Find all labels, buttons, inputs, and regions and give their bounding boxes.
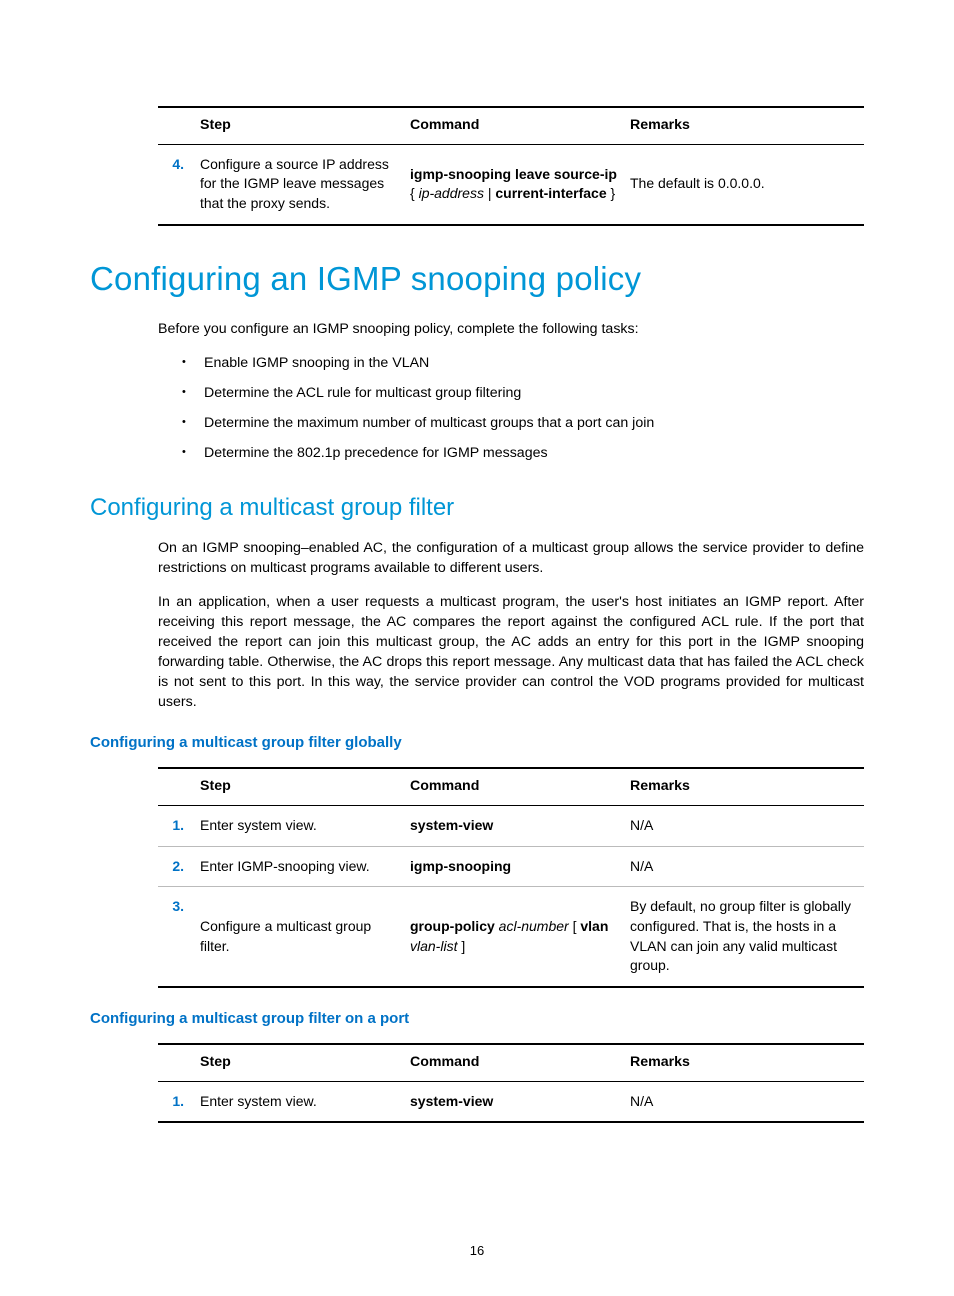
table-header-blank [158, 1044, 194, 1081]
heading-3: Configuring a multicast group filter glo… [90, 732, 864, 753]
step-command: igmp-snooping leave source-ip { ip-addre… [404, 144, 624, 224]
document-page: Step Command Remarks 4.Configure a sourc… [0, 0, 954, 1296]
step-remarks: The default is 0.0.0.0. [624, 144, 864, 224]
command-fragment: [ [569, 918, 581, 934]
list-item: Determine the ACL rule for multicast gro… [178, 384, 864, 404]
step-description: Configure a source IP address for the IG… [194, 144, 404, 224]
list-item: Determine the 802.1p precedence for IGMP… [178, 444, 864, 464]
heading-1: Configuring an IGMP snooping policy [90, 256, 864, 302]
step-command: system-view [404, 1081, 624, 1122]
table-header-command: Command [404, 1044, 624, 1081]
step-command: igmp-snooping [404, 846, 624, 887]
table-row: 4.Configure a source IP address for the … [158, 144, 864, 224]
table-row: 1.Enter system view. system-view N/A [158, 806, 864, 847]
step-table-global-filter: Step Command Remarks 1.Enter system view… [158, 767, 864, 987]
step-remarks: N/A [624, 806, 864, 847]
step-description: Enter system view. [194, 806, 404, 847]
command-fragment: vlan-list [410, 938, 457, 954]
command-fragment: | [484, 185, 495, 201]
heading-2: Configuring a multicast group filter [90, 491, 864, 525]
command-fragment: acl-number [499, 918, 569, 934]
command-fragment: group-policy [410, 918, 495, 934]
step-description: Enter system view. [194, 1081, 404, 1122]
command-fragment: igmp-snooping [410, 858, 511, 874]
step-number: 2. [158, 846, 194, 887]
step-remarks: N/A [624, 1081, 864, 1122]
table-header-command: Command [404, 768, 624, 805]
table-row: 2.Enter IGMP-snooping view. igmp-snooping… [158, 846, 864, 887]
command-fragment: vlan [580, 918, 608, 934]
step-command: system-view [404, 806, 624, 847]
step-table-port-filter: Step Command Remarks 1.Enter system view… [158, 1043, 864, 1123]
step-number: 1. [158, 1081, 194, 1122]
step-number: 1. [158, 806, 194, 847]
step-description: Enter IGMP-snooping view. [194, 846, 404, 887]
table-header-step: Step [194, 107, 404, 144]
table-header-step: Step [194, 1044, 404, 1081]
step-number: 3. [158, 887, 194, 987]
table-header-remarks: Remarks [624, 1044, 864, 1081]
step-description: Configure a multicast group filter. [194, 887, 404, 987]
command-fragment: ] [457, 938, 465, 954]
table-header-blank [158, 107, 194, 144]
command-fragment: { [410, 185, 419, 201]
command-fragment: } [607, 185, 616, 201]
body-paragraph: In an application, when a user requests … [158, 593, 864, 712]
intro-paragraph: Before you configure an IGMP snooping po… [158, 320, 864, 340]
step-command: group-policy acl-number [ vlan vlan-list… [404, 887, 624, 987]
table-row: 1.Enter system view. system-view N/A [158, 1081, 864, 1122]
step-remarks: N/A [624, 846, 864, 887]
body-paragraph: On an IGMP snooping–enabled AC, the conf… [158, 539, 864, 579]
table-row: 3.Configure a multicast group filter.gro… [158, 887, 864, 987]
step-table-proxy: Step Command Remarks 4.Configure a sourc… [158, 106, 864, 226]
page-number: 16 [0, 1242, 954, 1260]
table-header-remarks: Remarks [624, 107, 864, 144]
command-fragment: system-view [410, 817, 493, 833]
step-remarks: By default, no group filter is globally … [624, 887, 864, 987]
heading-3: Configuring a multicast group filter on … [90, 1008, 864, 1029]
list-item: Enable IGMP snooping in the VLAN [178, 354, 864, 374]
step-number: 4. [158, 144, 194, 224]
table-header-blank [158, 768, 194, 805]
command-fragment: current-interface [495, 185, 606, 201]
table-header-remarks: Remarks [624, 768, 864, 805]
prereq-list: Enable IGMP snooping in the VLAN Determin… [178, 354, 864, 464]
table-header-step: Step [194, 768, 404, 805]
table-header-command: Command [404, 107, 624, 144]
list-item: Determine the maximum number of multicas… [178, 414, 864, 434]
command-fragment: system-view [410, 1093, 493, 1109]
command-fragment: ip-address [419, 185, 484, 201]
command-fragment: igmp-snooping leave source-ip [410, 166, 617, 182]
